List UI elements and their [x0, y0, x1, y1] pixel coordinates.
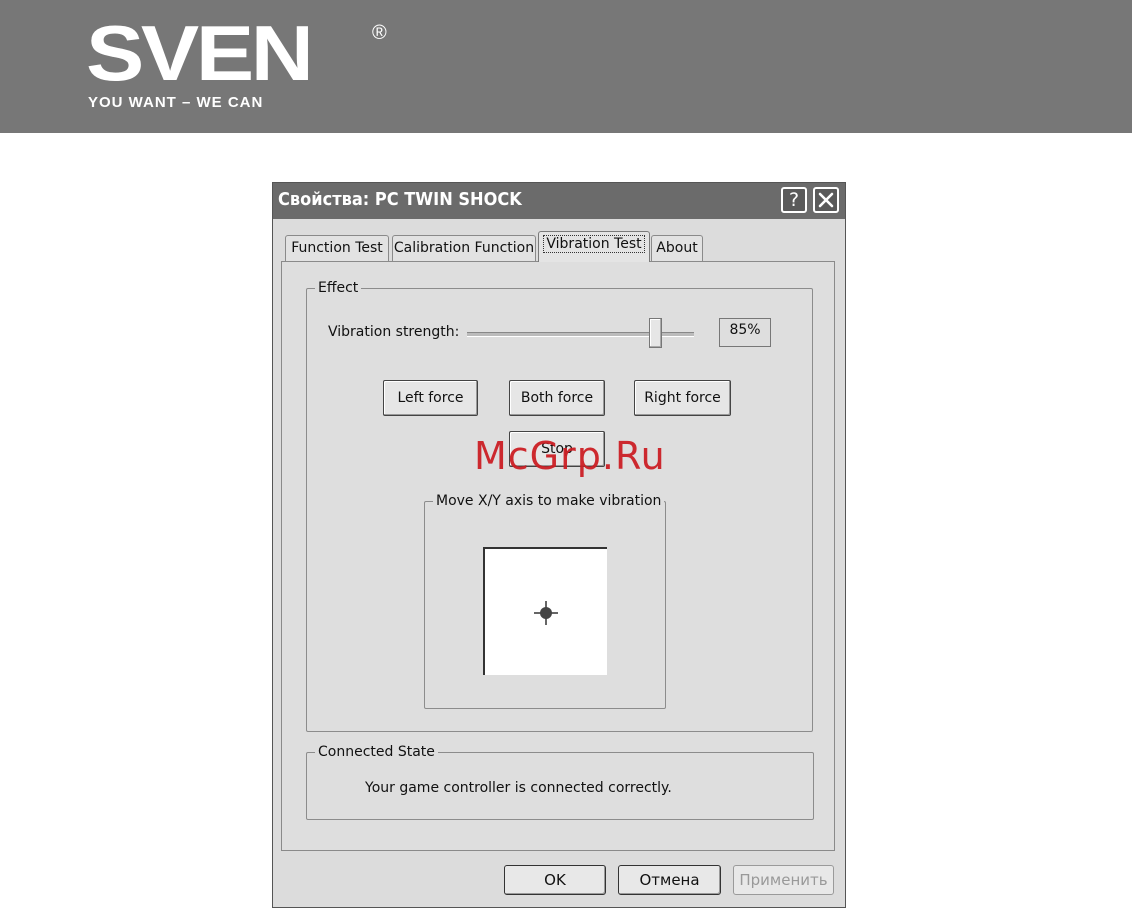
tab-label: Calibration Function	[393, 240, 535, 256]
xy-axis-area[interactable]	[483, 547, 607, 675]
properties-dialog: Свойства: PC TWIN SHOCK ? Function Test …	[272, 182, 846, 908]
registered-mark: ®	[372, 22, 387, 44]
tab-label: Vibration Test	[543, 235, 645, 253]
tab-vibration-test[interactable]: Vibration Test	[538, 231, 650, 262]
vibration-strength-label: Vibration strength:	[328, 324, 460, 340]
connected-state-group: Connected State Your game controller is …	[306, 743, 814, 820]
both-force-button[interactable]: Both force	[509, 380, 605, 416]
effect-group-label: Effect	[315, 279, 362, 297]
window-title: Свойства: PC TWIN SHOCK	[278, 189, 522, 210]
close-button[interactable]	[813, 187, 839, 213]
crosshair-icon	[534, 601, 558, 625]
sven-logo: SVEN	[86, 9, 314, 97]
connection-status-text: Your game controller is connected correc…	[365, 780, 672, 796]
apply-button[interactable]: Применить	[733, 865, 834, 895]
tab-about[interactable]: About	[651, 235, 703, 261]
close-icon	[818, 192, 834, 208]
xy-axis-group: Move X/Y axis to make vibration	[424, 492, 666, 709]
tab-function-test[interactable]: Function Test	[285, 235, 389, 261]
ok-button[interactable]: OK	[504, 865, 606, 895]
right-force-button[interactable]: Right force	[634, 380, 731, 416]
xy-axis-group-label: Move X/Y axis to make vibration	[433, 492, 665, 510]
vibration-strength-slider-thumb[interactable]	[648, 318, 662, 348]
title-bar[interactable]: Свойства: PC TWIN SHOCK ?	[273, 183, 845, 219]
tab-label: About	[656, 240, 698, 256]
brand-slogan: YOU WANT – WE CAN	[88, 94, 264, 111]
connected-state-label: Connected State	[315, 743, 438, 761]
watermark-text: McGrp.Ru	[474, 434, 666, 478]
tab-calibration-function[interactable]: Calibration Function	[392, 235, 536, 261]
vibration-test-panel: Effect Vibration strength: 85% Left forc…	[281, 261, 835, 851]
cancel-button[interactable]: Отмена	[618, 865, 721, 895]
help-button[interactable]: ?	[781, 187, 807, 213]
effect-group: Effect Vibration strength: 85% Left forc…	[306, 279, 813, 732]
left-force-button[interactable]: Left force	[383, 380, 478, 416]
tab-label: Function Test	[291, 240, 383, 256]
brand-header: SVEN ® YOU WANT – WE CAN	[0, 0, 1132, 133]
vibration-strength-value: 85%	[719, 318, 771, 347]
